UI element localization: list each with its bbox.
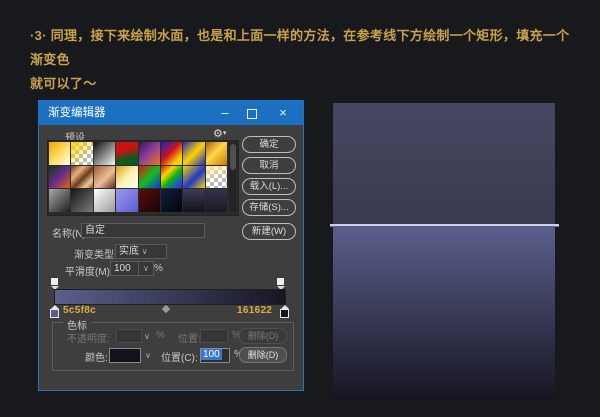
opacity-input (116, 329, 142, 343)
chevron-down-icon: ∨ (142, 247, 148, 256)
maximize-icon[interactable] (247, 109, 257, 119)
tutorial-text: ·3· 同理，接下来绘制水面，也是和上面一样的方法，在参考线下方绘制一个矩形，填… (30, 24, 578, 96)
gradient-preset-swatch[interactable] (116, 142, 137, 165)
gradient-type-dropdown[interactable]: 实底 ∨ (115, 244, 167, 259)
color-swatch[interactable] (109, 348, 141, 363)
color-stop-square (280, 309, 289, 318)
gradient-preset-swatch[interactable] (49, 189, 70, 212)
gradient-preset-swatch[interactable] (116, 166, 137, 189)
gradient-preset-swatch[interactable] (161, 166, 182, 189)
minimize-icon[interactable]: – (217, 101, 233, 125)
preset-panel (47, 140, 239, 216)
close-icon[interactable]: × (275, 101, 291, 125)
gradient-preset-swatch[interactable] (183, 189, 204, 212)
color-stop-square (50, 309, 59, 318)
opacity-stop-square (276, 277, 285, 286)
gradient-preset-swatch[interactable] (206, 142, 227, 165)
smoothness-input[interactable]: 100 (110, 261, 140, 276)
chevron-down-icon: ∨ (144, 332, 150, 341)
stops-groupbox: 色标 不透明度: ∨ % 位置: % 删除(D) 颜色: ∨ 位置(C): 10… (52, 322, 294, 371)
gradient-preset-swatch[interactable] (71, 166, 92, 189)
gradient-preset-swatch[interactable] (94, 166, 115, 189)
cancel-button[interactable]: 取消 (242, 157, 296, 174)
dialog-titlebar[interactable]: 渐变编辑器 – × (39, 101, 303, 125)
gradient-preset-swatch[interactable] (116, 189, 137, 212)
dialog-title: 渐变编辑器 (48, 101, 106, 125)
color-label: 颜色: (85, 349, 108, 364)
chevron-down-icon[interactable]: ∨ (145, 351, 151, 360)
save-button[interactable]: 存储(S)... (242, 199, 296, 216)
opacity-position-input (200, 329, 228, 343)
position-label: 位置(C): (161, 349, 198, 364)
position-value-selected: 100 (201, 349, 222, 360)
gradient-preset-swatch[interactable] (139, 166, 160, 189)
gradient-preset-swatch[interactable] (94, 189, 115, 212)
delete-color-stop-button[interactable]: 删除(D) (239, 347, 287, 363)
canvas-water-rectangle (333, 226, 555, 400)
gradient-preset-swatch[interactable] (161, 142, 182, 165)
opacity-stop-square (50, 277, 59, 286)
gradient-preset-swatch[interactable] (206, 189, 227, 212)
gear-caret-icon: ▾ (223, 130, 227, 137)
gradient-preset-swatch[interactable] (139, 142, 160, 165)
opacity-label: 不透明度: (67, 330, 110, 345)
new-button[interactable]: 新建(W) (242, 223, 296, 240)
gradient-preset-swatch[interactable] (49, 166, 70, 189)
ok-button[interactable]: 确定 (242, 136, 296, 153)
preset-scrollbar[interactable] (229, 142, 237, 212)
gradient-preset-swatch[interactable] (94, 142, 115, 165)
gear-icon[interactable]: ⚙▾ (213, 127, 226, 140)
gradient-editor-dialog: 渐变编辑器 – × 预设 ⚙▾ 确定 取消 载入(L)... 存储(S)... … (38, 100, 304, 391)
gradient-midpoint-diamond[interactable] (162, 305, 170, 313)
smoothness-unit: % (154, 263, 163, 274)
position-input[interactable]: 100 (200, 348, 230, 363)
smoothness-dropdown[interactable]: ∨ (138, 261, 154, 276)
canvas-sky-rectangle (333, 103, 555, 224)
gradient-preset-swatch[interactable] (49, 142, 70, 165)
gradient-preset-swatch[interactable] (71, 189, 92, 212)
gradient-type-label: 渐变类型: (74, 246, 117, 261)
color-stop-right[interactable] (280, 305, 289, 318)
gradient-preset-swatch[interactable] (139, 189, 160, 212)
gradient-preset-swatch[interactable] (161, 189, 182, 212)
preset-scrollbar-thumb[interactable] (230, 144, 236, 170)
preset-swatch-grid (49, 142, 227, 212)
opacity-unit: % (156, 330, 165, 341)
tutorial-line-2: 就可以了～ (30, 72, 578, 96)
gradient-preset-swatch[interactable] (206, 166, 227, 189)
tutorial-line-1: ·3· 同理，接下来绘制水面，也是和上面一样的方法，在参考线下方绘制一个矩形，填… (30, 24, 578, 72)
gradient-preset-swatch[interactable] (183, 142, 204, 165)
color-stop-left[interactable] (50, 305, 59, 318)
name-input[interactable]: 自定 (81, 223, 205, 238)
gradient-preset-swatch[interactable] (71, 142, 92, 165)
delete-opacity-stop-button: 删除(D) (239, 328, 287, 344)
load-button[interactable]: 载入(L)... (242, 178, 296, 195)
screenshot-root: ·3· 同理，接下来绘制水面，也是和上面一样的方法，在参考线下方绘制一个矩形，填… (0, 0, 600, 417)
start-color-hex-annotation: 5c5f8c (63, 305, 96, 316)
chevron-down-icon: ∨ (143, 264, 149, 273)
gear-glyph: ⚙ (213, 128, 223, 140)
gradient-preview-bar[interactable] (54, 289, 286, 305)
smoothness-label: 平滑度(M): (65, 263, 113, 278)
gradient-type-value: 实底 (119, 246, 139, 257)
end-color-hex-annotation: 161622 (237, 305, 272, 316)
opacity-position-label: 位置: (178, 330, 201, 345)
gradient-preset-swatch[interactable] (183, 166, 204, 189)
